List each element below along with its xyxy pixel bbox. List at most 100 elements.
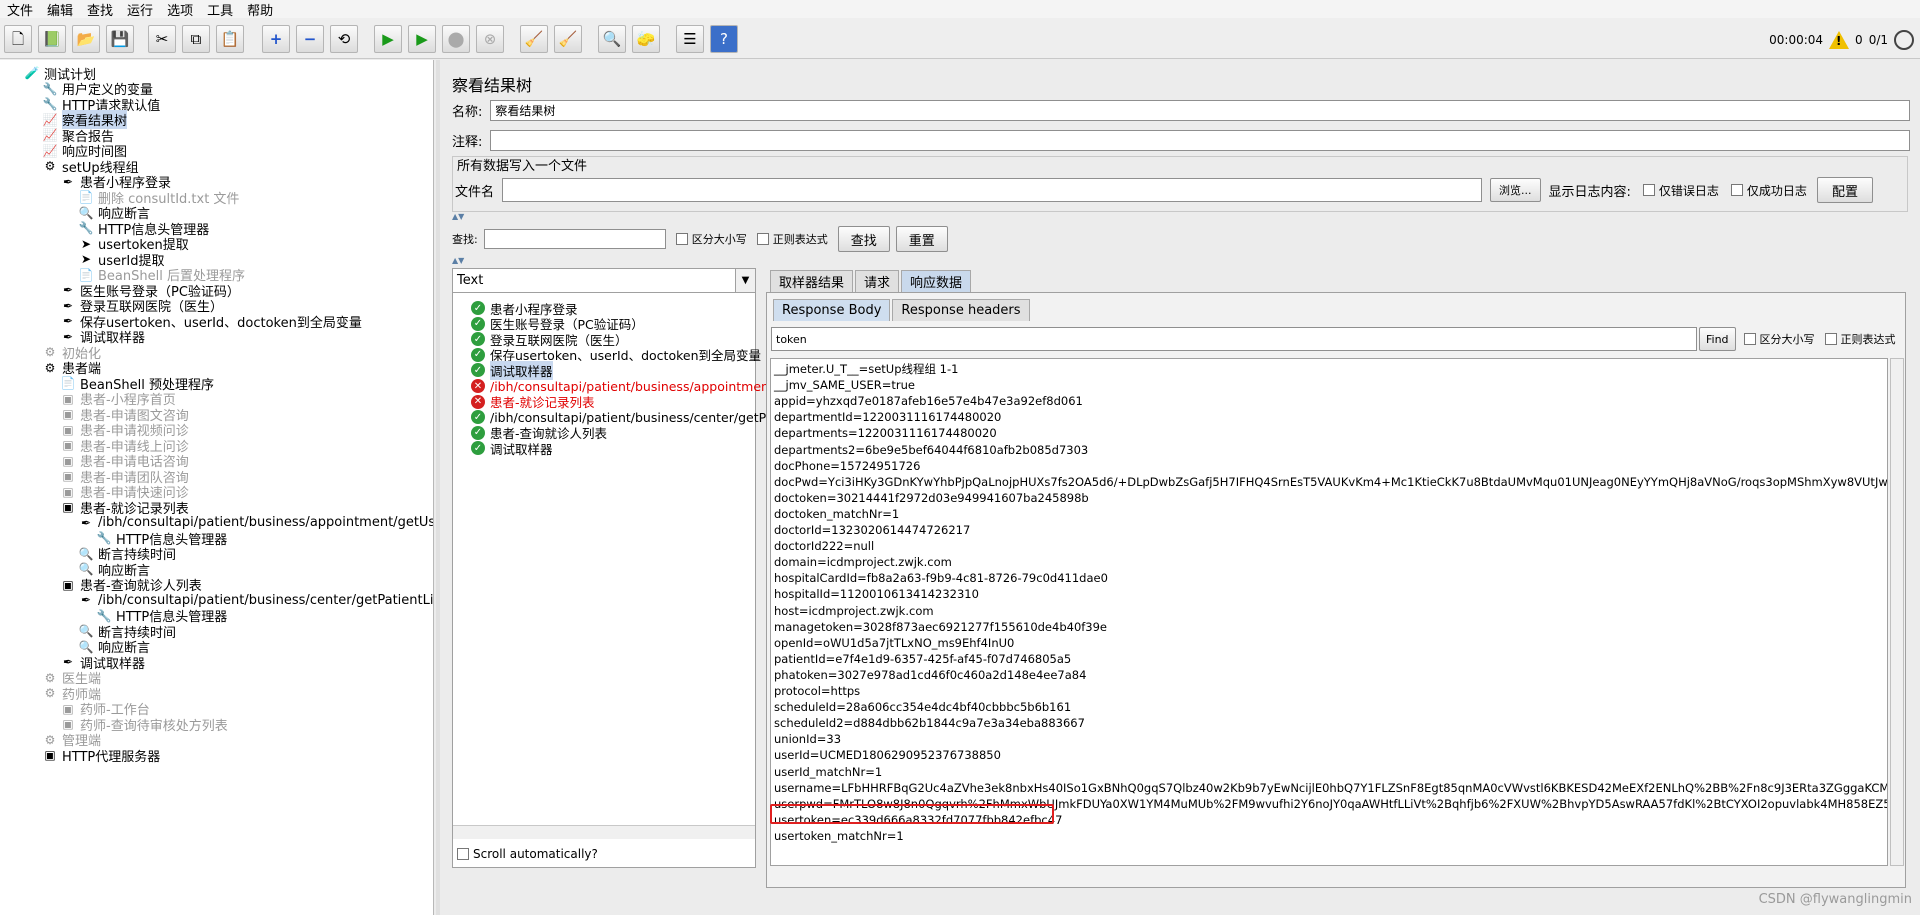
menu-search[interactable]: 查找 <box>80 0 120 19</box>
group-title: 所有数据写入一个文件 <box>457 159 588 174</box>
browse-button[interactable]: 浏览... <box>1490 178 1541 202</box>
find-button[interactable]: 查找 <box>837 226 890 252</box>
expand-icon[interactable]: + <box>262 25 290 53</box>
tree-node-label: 药师-查询待审核处方列表 <box>80 718 228 734</box>
log-content-label: 显示日志内容: <box>1548 184 1631 200</box>
response-line: scheduleId=28a606cc354e4dc4bf40cbbbc5b6b… <box>774 700 1072 715</box>
search-label: 查找: <box>452 233 478 246</box>
response-line: __jmeter.U_T__=setUp线程组 1-1 <box>774 362 959 376</box>
tree-node-label: HTTP代理服务器 <box>62 749 161 765</box>
thread-count: 0/1 <box>1868 33 1888 47</box>
case-sensitive-checkbox[interactable]: 区分大小写 <box>675 231 747 247</box>
checkbox-box[interactable] <box>756 233 769 245</box>
tab-response-body[interactable]: Response Body <box>773 299 891 321</box>
stop-icon[interactable]: ⬤ <box>442 25 470 53</box>
templates-icon[interactable]: 📗 <box>38 25 66 53</box>
clear-icon[interactable]: 🧹 <box>520 25 548 53</box>
response-line: hospitalId=1120010613414232310 <box>774 587 979 602</box>
tab-response-headers[interactable]: Response headers <box>892 299 1030 321</box>
menu-options[interactable]: 选项 <box>160 0 200 19</box>
response-line: doctoken=30214441f2972d03e949941607ba245… <box>774 490 1089 505</box>
toolbar: 🗋 📗 📂 💾 ✂ ⧉ 📋 + − ⟲ ▶ ▶ ⬤ ⊗ 🧹 🧹 🔍 🧽 ☰ ? … <box>0 18 1920 59</box>
menu-tools[interactable]: 工具 <box>200 0 240 19</box>
menu-help[interactable]: 帮助 <box>240 0 280 19</box>
success-shield-icon: ✓ <box>471 316 485 331</box>
open-folder-icon[interactable]: 📂 <box>72 25 100 53</box>
clear-all-icon[interactable]: 🧹 <box>554 25 582 53</box>
comment-label: 注释: <box>452 135 483 150</box>
toggle-icon[interactable]: ⟲ <box>330 25 358 53</box>
function-helper-icon[interactable]: ☰ <box>676 25 704 53</box>
renderer-select[interactable]: Text ▼ <box>453 269 755 293</box>
save-icon[interactable]: 💾 <box>106 25 134 53</box>
test-plan-tree[interactable]: 🧪 测试计划 🔧 用户定义的变量 🔧 HTTP请求默认值 📈 察看结果树 📈 聚合报告 📈 响应时间图… <box>0 60 434 915</box>
configure-button[interactable]: 配置 <box>1816 177 1873 203</box>
checkbox-box[interactable] <box>457 848 469 860</box>
response-body-text[interactable]: __jmeter.U_T__=setUp线程组 1-1 __jmv_SAME_US… <box>770 358 1888 866</box>
response-find-button[interactable]: Find <box>1699 327 1736 351</box>
filename-label: 文件名 <box>455 184 495 200</box>
sample-result-list[interactable]: Text ▼ Scroll automatically? ✓ 患者小程序登录 ✓ 医生… <box>452 268 808 868</box>
gear-icon: ⚙ <box>44 360 56 375</box>
help-icon[interactable]: ? <box>710 25 738 53</box>
collapse-arrows-icon[interactable]: ▲▼ <box>452 256 464 265</box>
new-file-icon[interactable]: 🗋 <box>4 25 32 53</box>
paste-icon[interactable]: 📋 <box>216 25 244 53</box>
checkbox-box[interactable] <box>1730 184 1743 196</box>
response-line: managetoken=3028f873aec6921277f155610de4… <box>774 619 1108 634</box>
response-line: usertoken_matchNr=1 <box>774 828 904 843</box>
response-line: doctorId=1323020614474726217 <box>774 523 971 537</box>
tab-request[interactable]: 请求 <box>855 270 900 292</box>
cut-icon[interactable]: ✂ <box>148 25 176 53</box>
reset-button[interactable]: 重置 <box>895 226 948 252</box>
regex-checkbox[interactable]: 正则表达式 <box>756 231 828 247</box>
copy-icon[interactable]: ⧉ <box>182 25 210 53</box>
search-input[interactable] <box>483 229 666 249</box>
response-regex-checkbox[interactable]: 正则表达式 <box>1824 331 1896 347</box>
highlight-box <box>770 804 1054 824</box>
response-case-checkbox[interactable]: 区分大小写 <box>1743 331 1815 347</box>
filename-input[interactable] <box>502 178 1483 202</box>
controller-icon: ▣ <box>62 500 74 514</box>
name-field[interactable]: 察看结果树 <box>490 100 1911 121</box>
response-line: domain=icdmproject.zwjk.com <box>774 555 952 570</box>
collapse-arrows-icon[interactable]: ▲▼ <box>452 212 464 221</box>
tab-sampler-result[interactable]: 取样器结果 <box>770 270 854 292</box>
success-shield-icon: ✓ <box>471 441 485 456</box>
menu-file[interactable]: 文件 <box>0 0 40 19</box>
response-search-input[interactable]: token <box>771 327 1697 351</box>
reset-search-icon[interactable]: 🧽 <box>632 25 660 53</box>
search-icon[interactable]: 🔍 <box>598 25 626 53</box>
menu-edit[interactable]: 编辑 <box>40 0 80 19</box>
success-only-checkbox[interactable]: 仅成功日志 <box>1730 182 1807 199</box>
scroll-automatically-checkbox[interactable]: Scroll automatically? <box>457 847 598 861</box>
errors-only-checkbox[interactable]: 仅错误日志 <box>1642 182 1719 199</box>
tree-node[interactable]: ▣ HTTP代理服务器 <box>42 746 161 765</box>
result-item[interactable]: ✓ 调试取样器 <box>471 439 553 457</box>
checkbox-box[interactable] <box>675 233 688 245</box>
controller-icon: ▣ <box>44 748 56 762</box>
vertical-scrollbar[interactable] <box>1890 358 1904 866</box>
horizontal-scrollbar[interactable] <box>453 825 755 839</box>
success-shield-icon: ✓ <box>471 347 485 362</box>
start-no-pause-icon[interactable]: ▶ <box>408 25 436 53</box>
checkbox-box[interactable] <box>1642 184 1655 196</box>
collapse-icon[interactable]: − <box>296 25 324 53</box>
checkbox-box[interactable] <box>1743 333 1756 345</box>
response-line: unionId=33 <box>774 732 842 747</box>
comment-field[interactable] <box>490 130 1911 151</box>
pipette-icon: ✒ <box>80 515 92 530</box>
response-line: username=LFbHHRFBqG2Uc4aZVhe3ek8nbxHs40I… <box>774 780 1888 795</box>
watermark: CSDN @flywanglingmin <box>1758 892 1912 907</box>
menu-run[interactable]: 运行 <box>120 0 160 19</box>
start-icon[interactable]: ▶ <box>374 25 402 53</box>
tab-response-data[interactable]: 响应数据 <box>901 270 972 292</box>
response-line: departments2=6be9e5bef64044f6810afb2b085… <box>774 442 1089 457</box>
warning-icon[interactable]: ! <box>1829 31 1850 49</box>
shutdown-icon[interactable]: ⊗ <box>476 25 504 53</box>
chevron-down-icon[interactable]: ▼ <box>735 269 755 292</box>
checkbox-box[interactable] <box>1824 333 1837 345</box>
test-plan-icon: 🧪 <box>24 66 40 80</box>
success-shield-icon: ✓ <box>471 301 485 315</box>
response-line: protocol=https <box>774 684 861 698</box>
